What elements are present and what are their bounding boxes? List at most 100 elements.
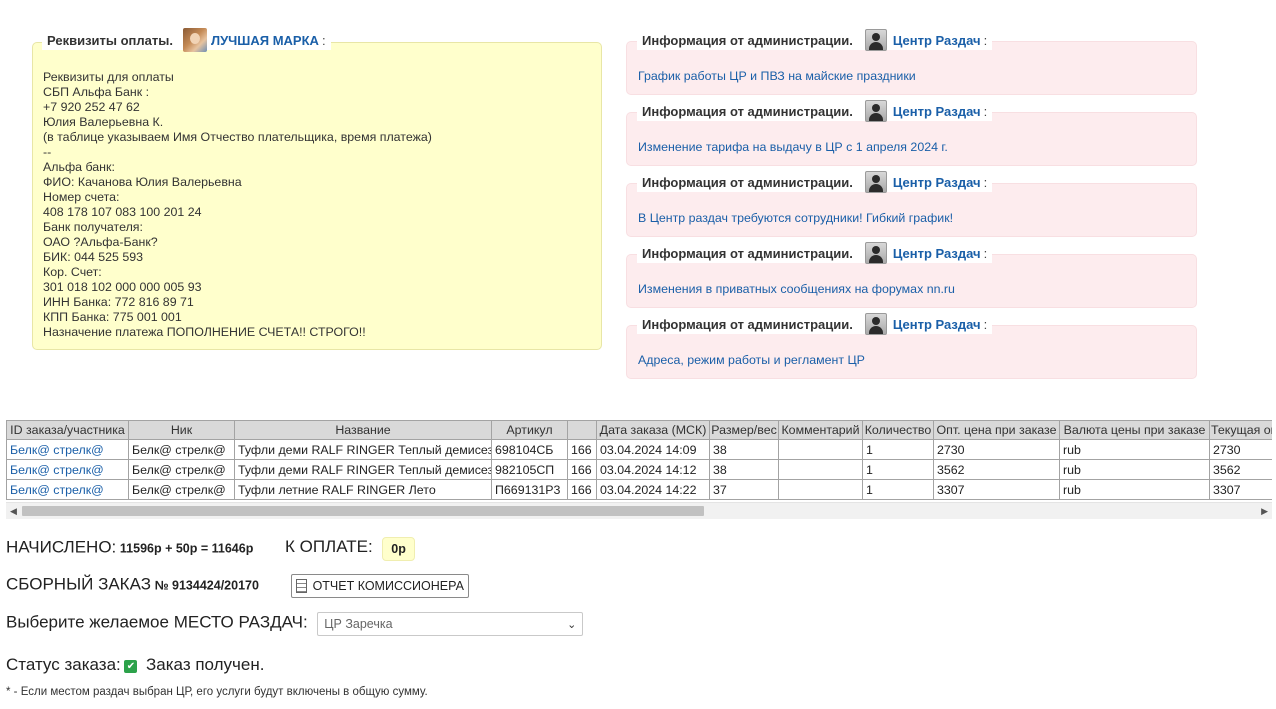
code-cell: 166 (567, 479, 597, 500)
column-header[interactable] (567, 420, 597, 440)
admin-notice-title: Информация от администрации. (642, 174, 853, 190)
column-header[interactable]: Текущая опт. цена (1209, 420, 1272, 440)
scroll-left-arrow-icon[interactable]: ◀ (10, 505, 17, 517)
payment-line: 408 178 107 083 100 201 24 (43, 205, 202, 219)
payment-line: -- (43, 145, 52, 159)
nick-cell: Белк@ стрелк@ (128, 479, 235, 500)
admin-notice-link[interactable]: В Центр раздач требуются сотрудники! Гиб… (638, 211, 953, 225)
admin-notice-legend: Информация от администрации. Центр Разда… (637, 29, 993, 51)
current-price-cell: 3307 (1209, 479, 1272, 500)
admin-notice-user-link[interactable]: Центр Раздач (893, 317, 981, 332)
table-row: Белк@ стрелк@ Белк@ стрелк@ Туфли деми R… (6, 459, 1272, 480)
column-header[interactable]: Количество (862, 420, 934, 440)
combined-order-label: СБОРНЫЙ ЗАКАЗ (6, 574, 151, 594)
quantity-cell: 1 (862, 479, 934, 500)
nick-cell: Белк@ стрелк@ (128, 459, 235, 480)
payment-line: 301 018 102 000 000 005 93 (43, 280, 202, 294)
payment-panel-user-link[interactable]: ЛУЧШАЯ МАРКА (211, 33, 319, 48)
payment-line: +7 920 252 47 62 (43, 100, 140, 114)
column-header[interactable]: Размер/вес (709, 420, 779, 440)
payment-line: ОАО ?Альфа-Банк? (43, 235, 158, 249)
admin-notice-link[interactable]: Адреса, режим работы и регламент ЦР (638, 353, 865, 367)
price-cell: 3562 (933, 459, 1060, 480)
size-cell: 38 (709, 459, 779, 480)
to-pay-value: 0р (382, 537, 415, 561)
code-cell: 166 (567, 439, 597, 460)
currency-cell: rub (1059, 459, 1210, 480)
price-cell: 2730 (933, 439, 1060, 460)
admin-avatar-icon[interactable] (864, 100, 887, 122)
pickup-selected-value: ЦР Заречка (324, 617, 393, 631)
date-cell: 03.04.2024 14:22 (596, 479, 710, 500)
column-header[interactable]: ID заказа/участника (6, 420, 129, 440)
admin-notice-title: Информация от администрации. (642, 103, 853, 119)
commission-report-button[interactable]: ОТЧЕТ КОМИССИОНЕРА (290, 574, 469, 598)
legend-colon: : (983, 245, 988, 261)
admin-avatar-icon[interactable] (864, 313, 887, 335)
legend-colon: : (983, 316, 988, 332)
check-icon: ✔ (124, 660, 138, 674)
admin-notice-user-link[interactable]: Центр Раздач (893, 175, 981, 190)
column-header[interactable]: Валюта цены при заказе (1059, 420, 1210, 440)
chevron-down-icon: ⌄ (567, 618, 577, 631)
column-header[interactable]: Ник (128, 420, 235, 440)
comment-cell (778, 439, 863, 460)
date-cell: 03.04.2024 14:12 (596, 459, 710, 480)
payment-line: Банк получателя: (43, 220, 143, 234)
user-avatar-icon[interactable] (182, 28, 207, 52)
pickup-row: Выберите желаемое МЕСТО РАЗДАЧ: ЦР Зареч… (6, 612, 584, 636)
orders-table: ID заказа/участника Ник Название Артикул… (6, 420, 1272, 500)
admin-notice-legend: Информация от администрации. Центр Разда… (637, 100, 993, 122)
current-price-cell: 2730 (1209, 439, 1272, 460)
order-id-link[interactable]: Белк@ стрелк@ (10, 443, 104, 457)
comment-cell (778, 459, 863, 480)
comment-cell (778, 479, 863, 500)
payment-line: СБП Альфа Банк : (43, 85, 150, 99)
legend-colon: : (983, 103, 988, 119)
footnote: * - Если местом раздач выбран ЦР, его ус… (6, 686, 428, 698)
quantity-cell: 1 (862, 439, 934, 460)
currency-cell: rub (1059, 479, 1210, 500)
table-row: Белк@ стрелк@ Белк@ стрелк@ Туфли летние… (6, 479, 1272, 500)
status-label: Статус заказа: (6, 655, 121, 674)
horizontal-scrollbar[interactable]: ◀ ▶ (6, 502, 1272, 519)
title-cell: Туфли деми RALF RINGER Теплый демисезон (234, 459, 492, 480)
payment-line: БИК: 044 525 593 (43, 250, 144, 264)
admin-notice-title: Информация от администрации. (642, 32, 853, 48)
combined-order-number: № 9134424/20170 (154, 578, 259, 593)
admin-notice-title: Информация от администрации. (642, 245, 853, 261)
pickup-select[interactable]: ЦР Заречка ⌄ (317, 612, 584, 636)
column-header[interactable]: Дата заказа (МСК) (596, 420, 710, 440)
order-id-cell[interactable]: Белк@ стрелк@ (6, 439, 129, 460)
scroll-right-arrow-icon[interactable]: ▶ (1261, 505, 1268, 517)
order-id-link[interactable]: Белк@ стрелк@ (10, 483, 104, 497)
admin-avatar-icon[interactable] (864, 242, 887, 264)
admin-avatar-icon[interactable] (864, 171, 887, 193)
column-header[interactable]: Опт. цена при заказе (933, 420, 1060, 440)
order-id-cell[interactable]: Белк@ стрелк@ (6, 459, 129, 480)
payment-line: (в таблице указываем Имя Отчество плател… (43, 130, 432, 144)
column-header[interactable]: Название (234, 420, 492, 440)
column-header[interactable]: Артикул (491, 420, 568, 440)
admin-notice-legend: Информация от администрации. Центр Разда… (637, 313, 993, 335)
payment-line: Реквизиты для оплаты (43, 70, 174, 84)
payment-line: Номер счета: (43, 190, 120, 204)
admin-notice-user-link[interactable]: Центр Раздач (893, 33, 981, 48)
payment-panel-title: Реквизиты оплаты. (47, 32, 173, 48)
admin-notice-user-link[interactable]: Центр Раздач (893, 246, 981, 261)
admin-notice-user-link[interactable]: Центр Раздач (893, 104, 981, 119)
size-cell: 37 (709, 479, 779, 500)
payment-line: КПП Банка: 775 001 001 (43, 310, 182, 324)
admin-notice-link[interactable]: Изменение тарифа на выдачу в ЦР с 1 апре… (638, 140, 948, 154)
column-header[interactable]: Комментарий (778, 420, 863, 440)
admin-notice-link[interactable]: Изменения в приватных сообщениях на фору… (638, 282, 955, 296)
scrollbar-thumb[interactable] (22, 506, 704, 516)
quantity-cell: 1 (862, 459, 934, 480)
admin-avatar-icon[interactable] (864, 29, 887, 51)
admin-notice-link[interactable]: График работы ЦР и ПВЗ на майские праздн… (638, 69, 916, 83)
order-id-cell[interactable]: Белк@ стрелк@ (6, 479, 129, 500)
legend-colon: : (983, 32, 988, 48)
price-cell: 3307 (933, 479, 1060, 500)
payment-line: Юлия Валерьевна К. (43, 115, 164, 129)
order-id-link[interactable]: Белк@ стрелк@ (10, 463, 104, 477)
